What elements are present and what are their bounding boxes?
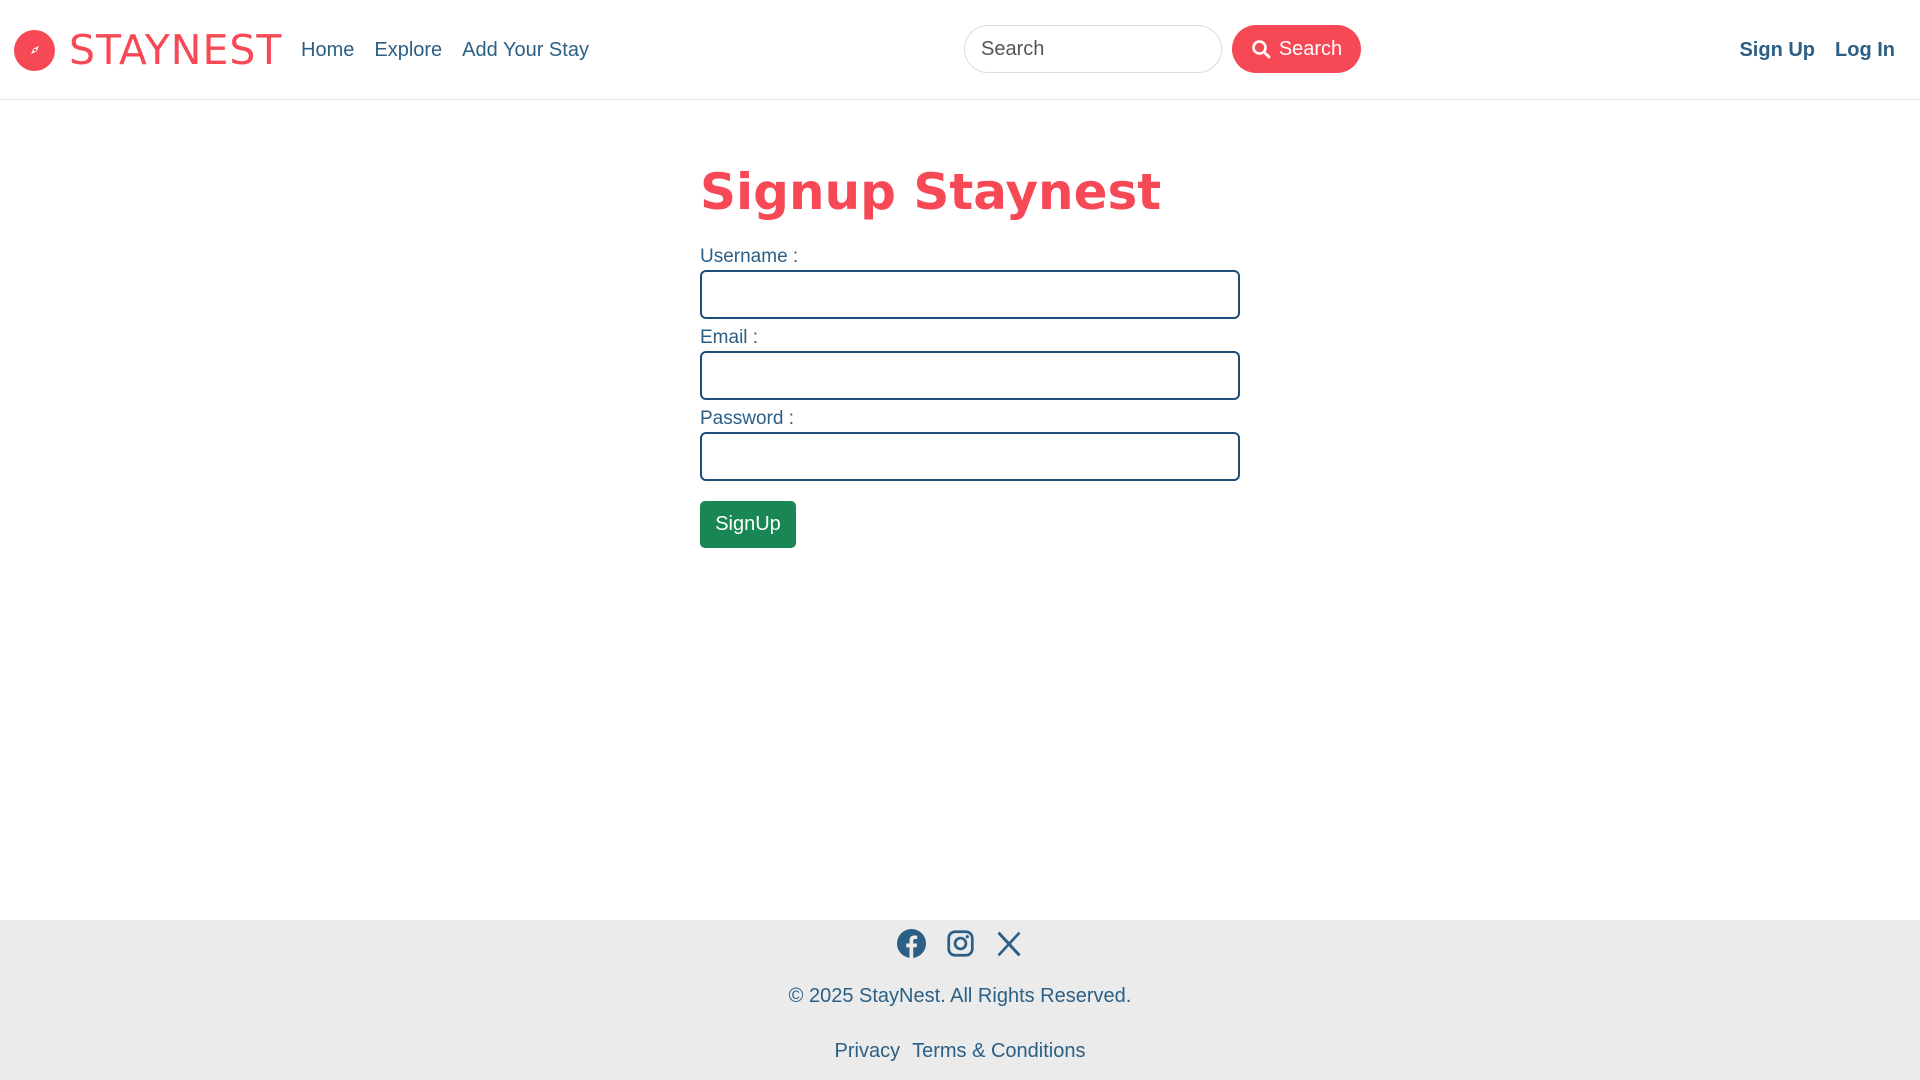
email-field-group: Email : — [700, 325, 1240, 400]
password-input[interactable] — [700, 432, 1240, 481]
instagram-icon[interactable] — [945, 928, 976, 959]
search-input[interactable] — [964, 25, 1222, 73]
login-link[interactable]: Log In — [1835, 36, 1895, 64]
password-field-group: Password : — [700, 406, 1240, 481]
social-links — [0, 928, 1920, 959]
page: STAYNEST Home Explore Add Your Stay Sear… — [0, 0, 1920, 1080]
x-icon[interactable] — [994, 928, 1025, 959]
search-icon — [1251, 39, 1271, 59]
nav-link-explore[interactable]: Explore — [374, 36, 442, 64]
brand-logo-link[interactable]: STAYNEST — [14, 28, 282, 72]
brand-name: STAYNEST — [69, 26, 283, 74]
search-button[interactable]: Search — [1232, 25, 1361, 73]
footer: © 2025 StayNest. All Rights Reserved. Pr… — [0, 920, 1920, 1080]
navbar: STAYNEST Home Explore Add Your Stay Sear… — [0, 0, 1920, 100]
signup-link[interactable]: Sign Up — [1739, 36, 1815, 64]
privacy-link[interactable]: Privacy — [835, 1037, 901, 1065]
copyright-text: © 2025 StayNest. All Rights Reserved. — [788, 985, 1132, 1007]
search-button-label: Search — [1278, 37, 1343, 60]
footer-links: Privacy Terms & Conditions — [0, 1037, 1920, 1065]
nav-link-add-your-stay[interactable]: Add Your Stay — [462, 36, 589, 64]
email-label: Email : — [700, 327, 759, 348]
username-label: Username : — [700, 246, 799, 267]
compass-icon — [14, 29, 55, 71]
signup-form: Username : Email : Password : SignUp — [700, 244, 1240, 548]
password-label: Password : — [700, 408, 794, 429]
page-title: Signup Staynest — [700, 163, 1162, 221]
facebook-icon[interactable] — [896, 928, 927, 959]
username-input[interactable] — [700, 270, 1240, 319]
terms-link[interactable]: Terms & Conditions — [912, 1037, 1085, 1065]
signup-submit-button[interactable]: SignUp — [700, 501, 796, 548]
signup-section: Signup Staynest Username : Email : Passw… — [700, 160, 1240, 548]
nav-link-home[interactable]: Home — [301, 36, 354, 64]
auth-links: Sign Up Log In — [1739, 36, 1895, 64]
search-form: Search — [964, 25, 1361, 73]
username-field-group: Username : — [700, 244, 1240, 319]
email-input[interactable] — [700, 351, 1240, 400]
nav-links: Home Explore Add Your Stay — [301, 36, 589, 64]
